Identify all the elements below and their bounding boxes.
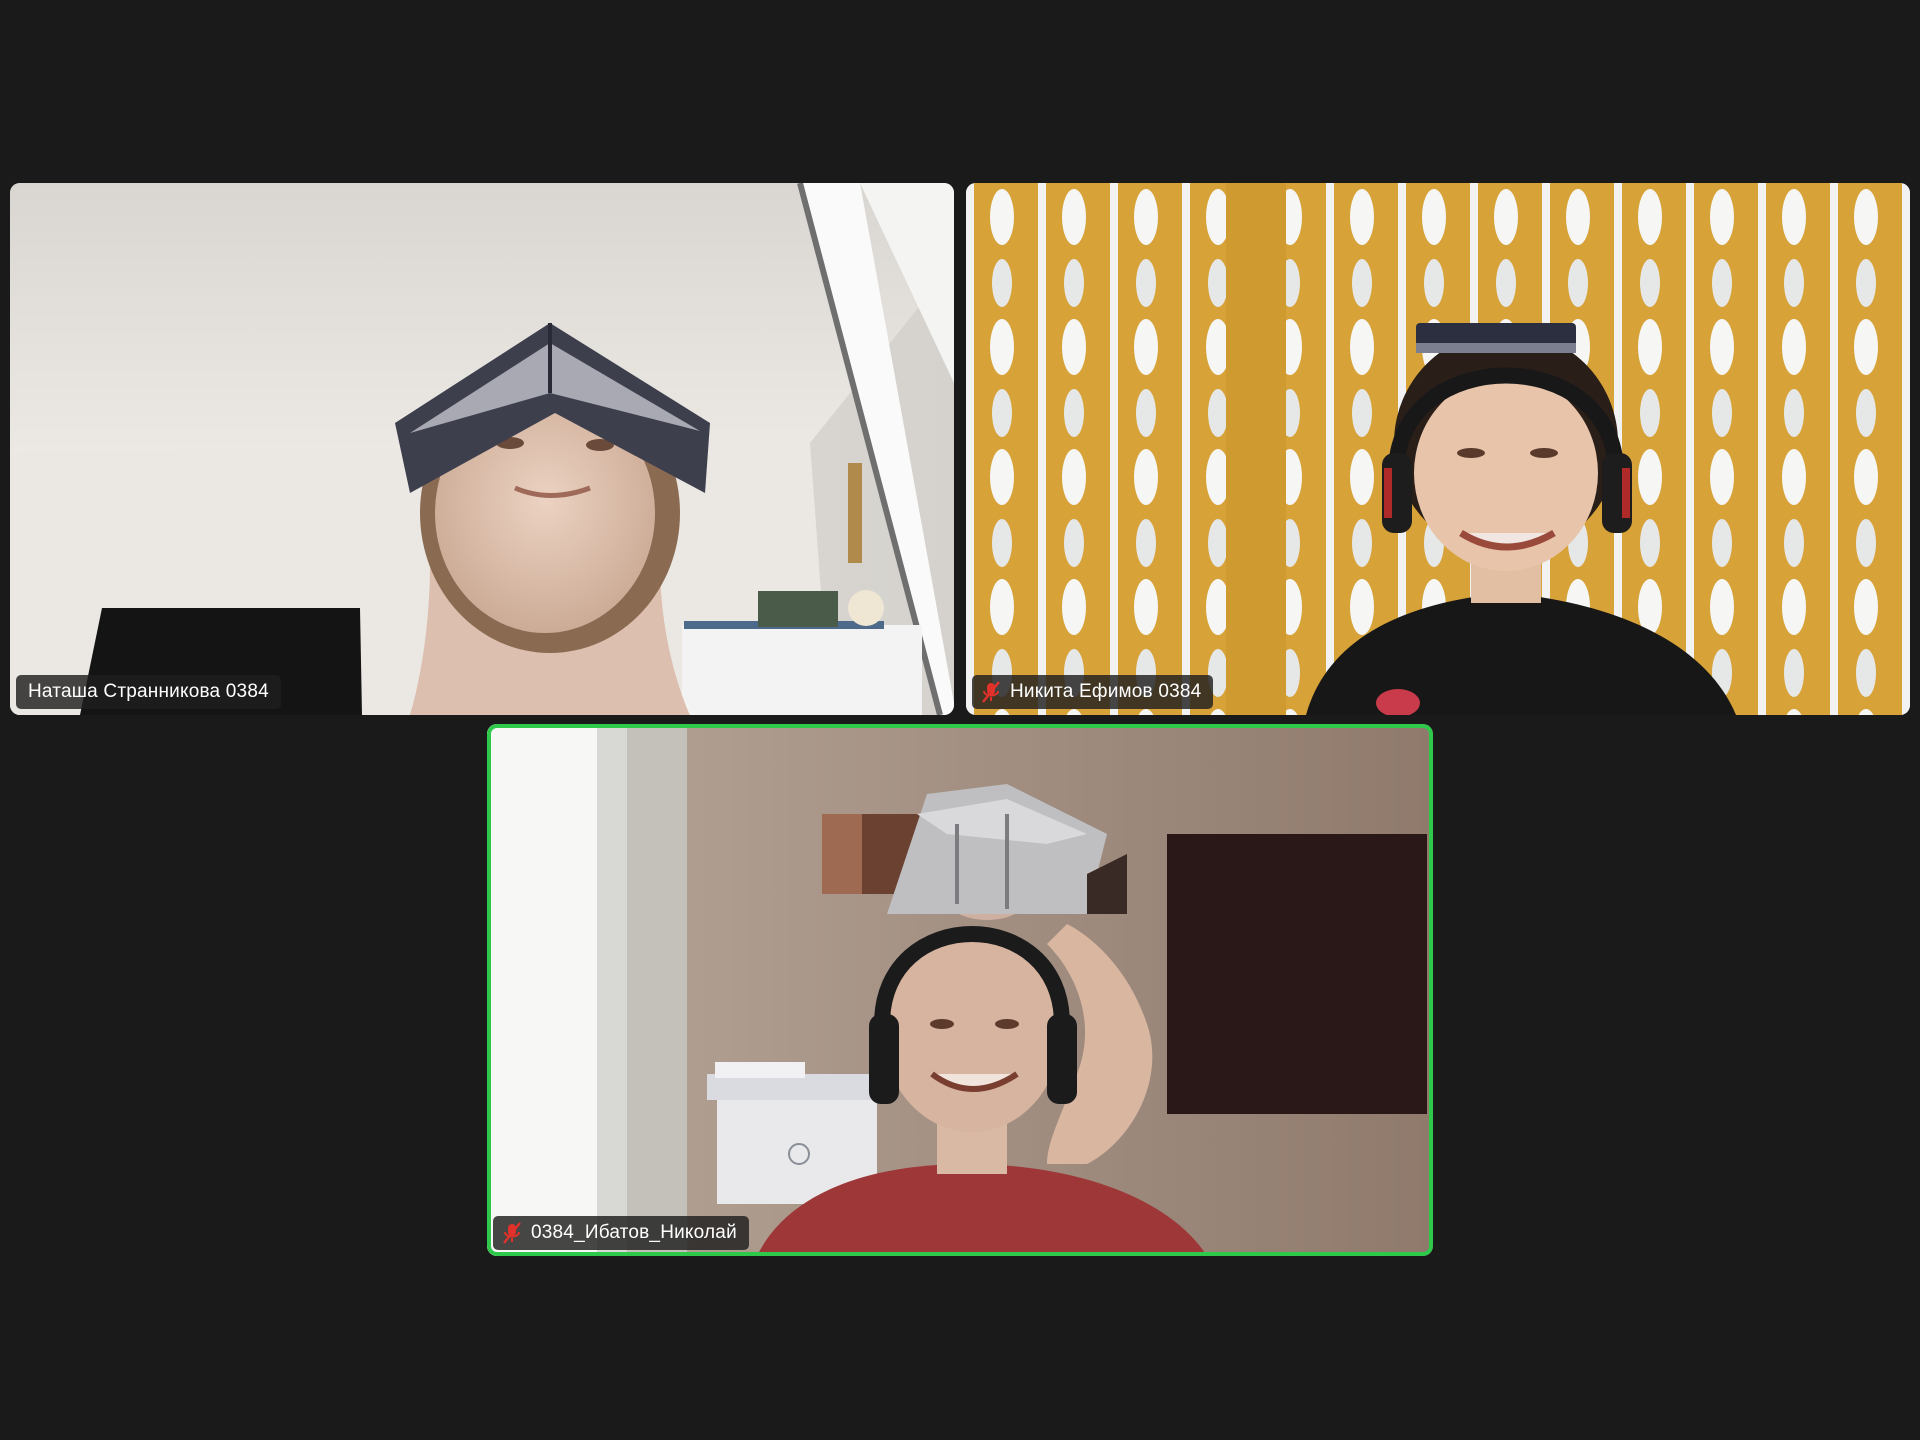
participant-video-feed: [487, 724, 1433, 1256]
participant-video-tile-active-speaker[interactable]: 0384_Ибатов_Николай: [487, 724, 1433, 1256]
microphone-muted-icon: [501, 1221, 523, 1245]
participant-name-label: 0384_Ибатов_Николай: [493, 1216, 749, 1250]
participant-name: Наташа Странникова 0384: [28, 681, 269, 702]
participant-video-feed: [966, 183, 1910, 715]
meeting-gallery: Наташа Странникова 0384 Никита Ефимов 03…: [0, 0, 1920, 1440]
microphone-muted-icon: [980, 680, 1002, 704]
participant-name: Никита Ефимов 0384: [1010, 681, 1202, 702]
participant-video-tile[interactable]: Наташа Странникова 0384: [10, 183, 954, 715]
participant-name-label: Наташа Странникова 0384: [16, 675, 281, 709]
participant-video-feed: [10, 183, 954, 715]
participant-video-tile[interactable]: Никита Ефимов 0384: [966, 183, 1910, 715]
participant-name: 0384_Ибатов_Николай: [531, 1222, 737, 1243]
participant-name-label: Никита Ефимов 0384: [972, 675, 1214, 709]
